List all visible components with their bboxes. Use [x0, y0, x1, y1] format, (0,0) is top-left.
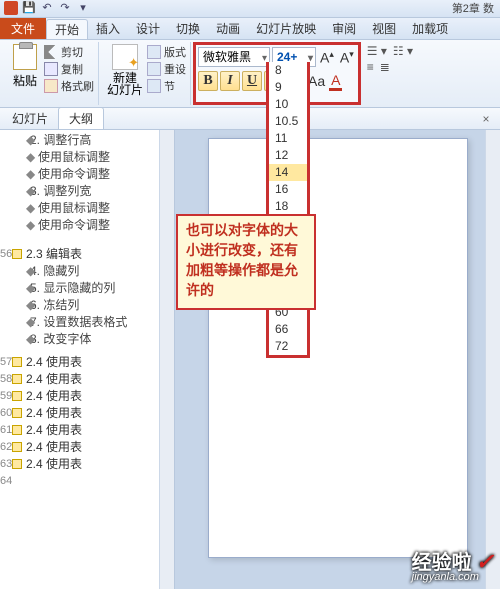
clipboard-group: 粘贴 剪切 复制 格式刷: [4, 42, 99, 105]
reset-button[interactable]: 重设: [147, 61, 186, 77]
outline-item[interactable]: 8. 改变字体: [0, 331, 174, 348]
annotation-callout: 也可以对字体的大小进行改变，还有加粗等操作都是允许的: [176, 214, 316, 310]
font-size-option[interactable]: 8: [269, 62, 307, 79]
new-slide-label: 新建 幻灯片: [105, 72, 145, 96]
paste-label: 粘贴: [8, 72, 42, 89]
workspace: 2. 调整行高使用鼠标调整使用命令调整3. 调整列宽使用鼠标调整使用命令调整56…: [0, 130, 500, 589]
font-size-option[interactable]: 12: [269, 147, 307, 164]
cut-icon: [44, 45, 58, 59]
font-color-button[interactable]: A: [329, 72, 342, 91]
panel-tab-slides[interactable]: 幻灯片: [2, 108, 58, 129]
new-slide-icon: [112, 44, 138, 70]
italic-button[interactable]: I: [220, 71, 240, 91]
copy-button[interactable]: 复制: [44, 61, 94, 77]
outline-item[interactable]: 使用命令调整: [0, 166, 174, 183]
outline-item[interactable]: 602.4 使用表: [0, 405, 174, 422]
outline-item[interactable]: 6. 冻结列: [0, 297, 174, 314]
font-size-option[interactable]: 10.5: [269, 113, 307, 130]
outline-item[interactable]: 使用鼠标调整: [0, 149, 174, 166]
outline-item[interactable]: 612.4 使用表: [0, 422, 174, 439]
layout-button[interactable]: 版式: [147, 44, 186, 60]
outline-panel-tabs: 幻灯片 大纲 ×: [0, 108, 500, 130]
outline-item[interactable]: 632.4 使用表: [0, 456, 174, 473]
tab-insert[interactable]: 插入: [88, 18, 128, 39]
outline-item[interactable]: 572.4 使用表: [0, 354, 174, 371]
title-bar: 💾 ↶ ↷ ▾ 第2章 数: [0, 0, 500, 18]
font-size-option[interactable]: 9: [269, 79, 307, 96]
numbering-button[interactable]: ☷ ▾: [393, 44, 413, 58]
outline-item[interactable]: 使用命令调整: [0, 217, 174, 234]
outline-pane[interactable]: 2. 调整行高使用鼠标调整使用命令调整3. 调整列宽使用鼠标调整使用命令调整56…: [0, 130, 175, 589]
panel-close-button[interactable]: ×: [478, 112, 500, 126]
file-tab-label: 文件: [11, 20, 35, 37]
font-size-option[interactable]: 11: [269, 130, 307, 147]
bullets-button[interactable]: ☰ ▾: [367, 44, 387, 58]
redo-icon[interactable]: ↷: [58, 1, 72, 15]
outline-item[interactable]: 2. 调整行高: [0, 132, 174, 149]
outline-item[interactable]: 使用鼠标调整: [0, 200, 174, 217]
outline-item[interactable]: 3. 调整列宽: [0, 183, 174, 200]
paragraph-group: ☰ ▾ ☷ ▾ ≡ ≣: [363, 42, 417, 105]
paste-icon: [13, 44, 37, 70]
font-size-option[interactable]: 14: [269, 164, 307, 181]
ribbon-tabs: 文件 开始 插入 设计 切换 动画 幻灯片放映 审阅 视图 加载项: [0, 18, 500, 40]
tab-review[interactable]: 审阅: [324, 18, 364, 39]
grow-font-button[interactable]: A▴: [318, 49, 336, 66]
panel-tab-outline[interactable]: 大纲: [58, 107, 104, 129]
underline-button[interactable]: U: [242, 71, 262, 91]
reset-icon: [147, 62, 161, 76]
outline-item[interactable]: 64: [0, 473, 174, 475]
bold-button[interactable]: B: [198, 71, 218, 91]
layout-icon: [147, 45, 161, 59]
ribbon: 粘贴 剪切 复制 格式刷 新建 幻灯片 版式 重设 节 微软雅黑 24+: [0, 40, 500, 108]
align-left-button[interactable]: ≡: [367, 60, 374, 74]
copy-icon: [44, 62, 58, 76]
slide-area: [175, 130, 500, 589]
outline-item[interactable]: 7. 设置数据表格式: [0, 314, 174, 331]
tab-design[interactable]: 设计: [128, 18, 168, 39]
file-tab[interactable]: 文件: [0, 18, 46, 39]
tab-addins[interactable]: 加载项: [404, 18, 456, 39]
cut-button[interactable]: 剪切: [44, 44, 94, 60]
window-title: 第2章 数: [452, 3, 494, 15]
paste-button[interactable]: 粘贴: [8, 44, 42, 94]
brush-icon: [44, 79, 58, 93]
align-center-button[interactable]: ≣: [380, 60, 390, 74]
section-button[interactable]: 节: [147, 78, 186, 94]
watermark: 经验啦 ✓ jingyanla.com: [412, 546, 494, 583]
quick-access-toolbar: 💾 ↶ ↷ ▾: [4, 1, 90, 15]
outline-item[interactable]: 4. 隐藏列: [0, 263, 174, 280]
section-icon: [147, 79, 161, 93]
qat-more-icon[interactable]: ▾: [76, 1, 90, 15]
tab-animations[interactable]: 动画: [208, 18, 248, 39]
tab-view[interactable]: 视图: [364, 18, 404, 39]
font-size-option[interactable]: 18: [269, 198, 307, 215]
tab-transitions[interactable]: 切换: [168, 18, 208, 39]
tab-home[interactable]: 开始: [46, 19, 88, 39]
font-size-option[interactable]: 10: [269, 96, 307, 113]
outline-item[interactable]: 582.4 使用表: [0, 371, 174, 388]
font-name-select[interactable]: 微软雅黑: [198, 47, 270, 67]
outline-item[interactable]: 592.4 使用表: [0, 388, 174, 405]
format-painter-button[interactable]: 格式刷: [44, 78, 94, 94]
shrink-font-button[interactable]: A▾: [338, 49, 356, 66]
outline-item[interactable]: 562.3 编辑表: [0, 246, 174, 263]
undo-icon[interactable]: ↶: [40, 1, 54, 15]
font-size-dropdown[interactable]: 891010.51112141618 404448 5054606672: [266, 62, 310, 358]
font-size-option[interactable]: 16: [269, 181, 307, 198]
outline-item[interactable]: 5. 显示隐藏的列: [0, 280, 174, 297]
new-slide-button[interactable]: 新建 幻灯片: [105, 44, 145, 96]
font-size-option[interactable]: 72: [269, 338, 307, 355]
font-size-option[interactable]: 66: [269, 321, 307, 338]
app-icon: [4, 1, 18, 15]
tab-slideshow[interactable]: 幻灯片放映: [248, 18, 324, 39]
slide-canvas[interactable]: [208, 138, 468, 558]
slides-group: 新建 幻灯片 版式 重设 节: [101, 42, 191, 105]
outline-item[interactable]: 622.4 使用表: [0, 439, 174, 456]
save-icon[interactable]: 💾: [22, 1, 36, 15]
